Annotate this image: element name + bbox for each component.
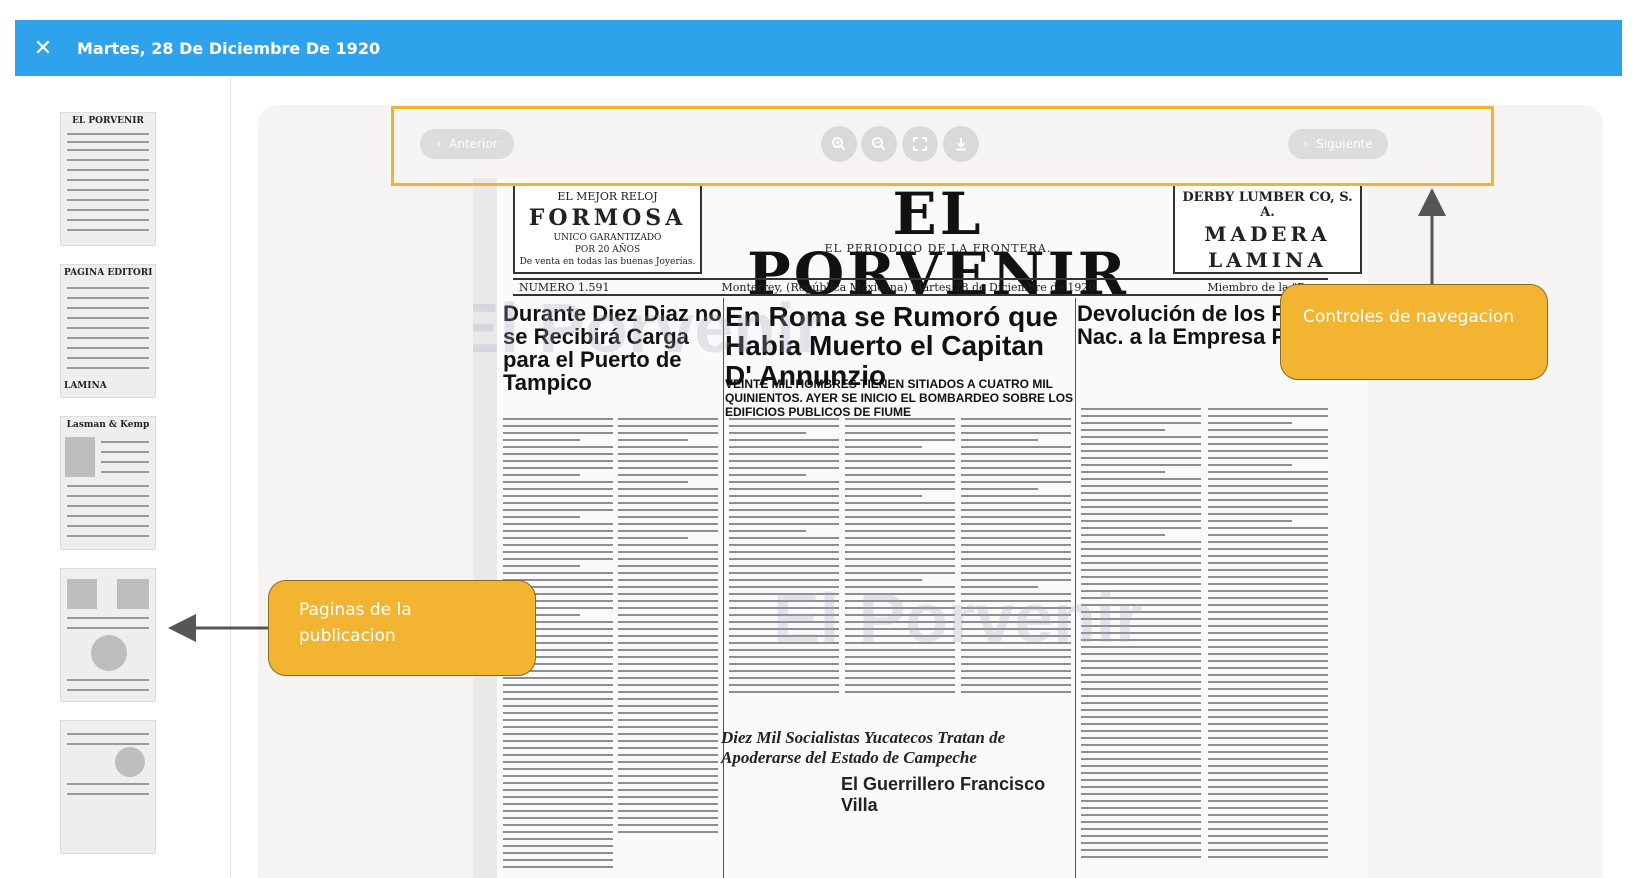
chevron-left-icon: ‹: [436, 137, 442, 151]
chevron-right-icon: ›: [1303, 137, 1309, 151]
previous-button[interactable]: ‹ Anterior: [420, 129, 514, 159]
previous-label: Anterior: [449, 137, 498, 151]
zoom-in-button[interactable]: [821, 126, 857, 162]
callout-publication-pages: Paginas de la publicacion: [268, 580, 536, 676]
zoom-out-button[interactable]: [861, 126, 897, 162]
download-button[interactable]: [943, 126, 979, 162]
callout-navigation-controls: Controles de navegacion: [1280, 284, 1548, 380]
arrowhead-navigation: [1418, 188, 1446, 216]
fullscreen-button[interactable]: [902, 126, 938, 162]
next-label: Siguiente: [1316, 137, 1373, 151]
callout-navigation-text: Controles de navegacion: [1303, 307, 1514, 327]
download-icon: [956, 138, 966, 151]
zoom-in-icon: [832, 137, 846, 151]
navigation-controls: ‹ Anterior › Siguiente: [391, 106, 1494, 186]
callout-pages-line1: Paginas de la: [299, 600, 412, 620]
next-button[interactable]: › Siguiente: [1288, 129, 1388, 159]
zoom-out-icon: [872, 137, 886, 151]
fullscreen-icon: [913, 137, 927, 151]
arrowhead-pages: [168, 614, 196, 642]
callout-pages-line2: publicacion: [299, 626, 396, 647]
